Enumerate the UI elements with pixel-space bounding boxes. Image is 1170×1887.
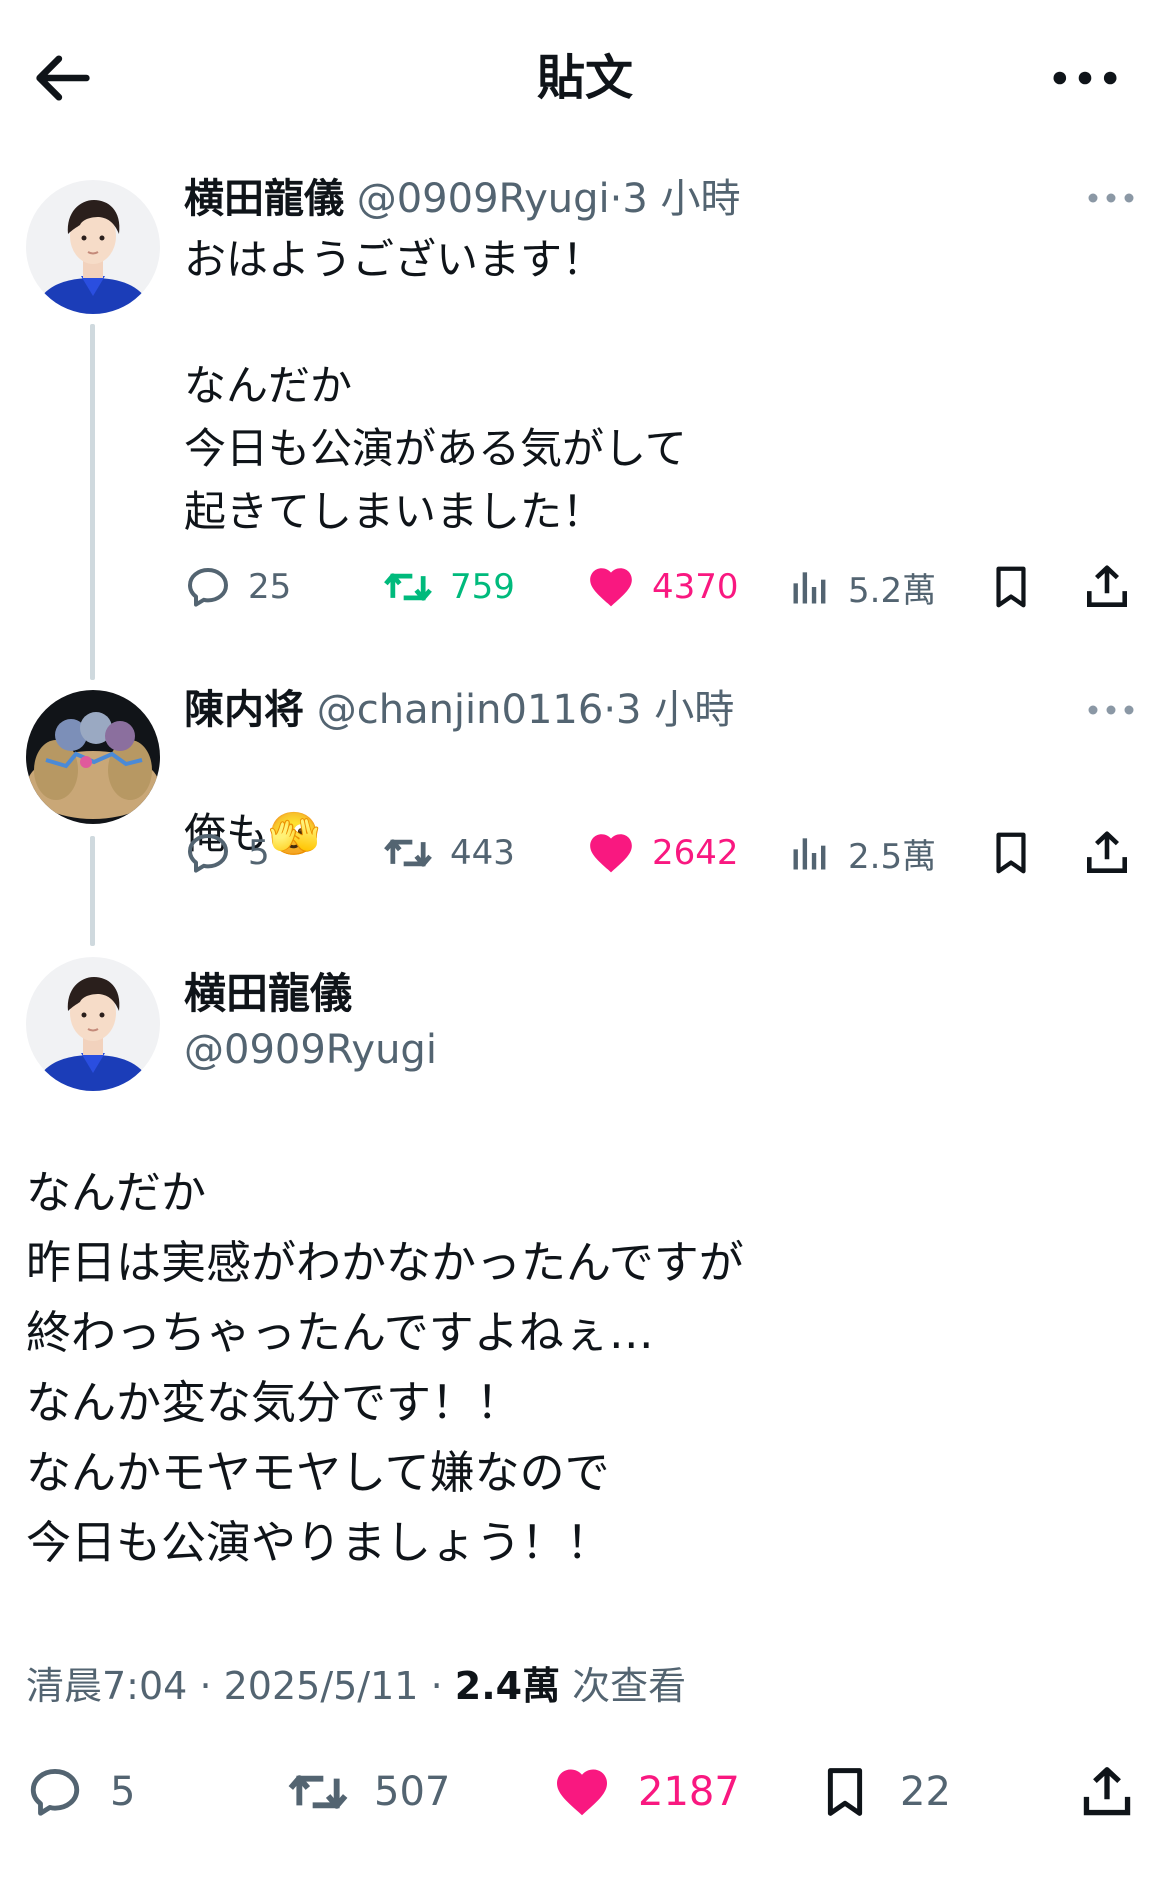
- display-name[interactable]: 横田龍儀: [184, 966, 352, 1022]
- views-button[interactable]: 5.2萬: [788, 557, 936, 617]
- peeking-face-emoji: 🫣: [268, 809, 321, 858]
- avatar[interactable]: [26, 690, 160, 824]
- like-icon: [552, 1762, 612, 1822]
- handle[interactable]: @chanjin0116: [317, 687, 604, 733]
- tweet-text: おはようございます！ なんだか 今日も公演がある気がして 起きてしまいました！: [184, 235, 687, 536]
- retweet-icon: [382, 561, 434, 613]
- handle[interactable]: @0909Ryugi: [357, 176, 610, 222]
- views-count: 2.5萬: [848, 836, 937, 877]
- views-icon: [788, 831, 832, 875]
- reply-icon: [184, 563, 232, 611]
- like-count: 4370: [652, 567, 739, 607]
- views-label: 次查看: [572, 1664, 687, 1708]
- reply-count: 5: [110, 1769, 136, 1815]
- bookmark-icon: [988, 828, 1034, 878]
- like-icon: [586, 828, 636, 878]
- thread-connector-line: [90, 324, 95, 680]
- separator: ·: [430, 1664, 443, 1708]
- avatar[interactable]: [26, 180, 160, 314]
- tweet-date[interactable]: 2025/5/11: [224, 1664, 419, 1708]
- page-title: 貼文: [536, 50, 633, 106]
- handle[interactable]: @0909Ryugi: [184, 1022, 437, 1078]
- timestamp[interactable]: 3 小時: [616, 687, 734, 733]
- bookmark-count: 22: [900, 1769, 951, 1815]
- retweet-count: 443: [450, 833, 515, 873]
- like-button[interactable]: 4370: [586, 557, 739, 617]
- separator: ·: [199, 1664, 212, 1708]
- thread-connector-line: [90, 836, 95, 946]
- avatar[interactable]: [26, 957, 160, 1091]
- reply-count: 25: [248, 567, 292, 607]
- share-icon: [1082, 562, 1132, 612]
- like-count: 2642: [652, 833, 739, 873]
- tweet-more-icon[interactable]: [1086, 700, 1136, 720]
- views-icon: [788, 565, 832, 609]
- bookmark-button[interactable]: [988, 823, 1034, 883]
- retweet-button[interactable]: 507: [286, 1762, 450, 1822]
- retweet-count: 759: [450, 567, 515, 607]
- like-button[interactable]: 2642: [586, 823, 739, 883]
- like-icon: [586, 562, 636, 612]
- share-button[interactable]: [1078, 1762, 1136, 1822]
- retweet-button[interactable]: 443: [382, 823, 515, 883]
- retweet-icon: [382, 827, 434, 879]
- timestamp[interactable]: 3 小時: [622, 176, 740, 222]
- retweet-icon: [286, 1760, 350, 1824]
- views-button[interactable]: 2.5萬: [788, 823, 936, 883]
- tweet-meta: 清晨7:04 · 2025/5/11 · 2.4萬 次查看: [26, 1658, 686, 1714]
- bookmark-button[interactable]: 22: [818, 1762, 951, 1822]
- reply-button[interactable]: 25: [184, 557, 291, 617]
- separator: ·: [609, 176, 623, 222]
- share-button[interactable]: [1082, 823, 1132, 883]
- bookmark-button[interactable]: [988, 557, 1034, 617]
- tweet-time[interactable]: 清晨7:04: [26, 1664, 187, 1708]
- share-icon: [1082, 828, 1132, 878]
- reply-icon: [26, 1763, 84, 1821]
- reply-icon: [184, 829, 232, 877]
- tweet-text: なんだか 昨日は実感がわかなかったんですが 終わっちゃったんですよねぇ… なんか…: [26, 1166, 744, 1569]
- separator: ·: [603, 687, 617, 733]
- display-name[interactable]: 陳内将: [184, 687, 304, 733]
- reply-count: 5: [248, 833, 270, 873]
- display-name[interactable]: 横田龍儀: [184, 176, 344, 222]
- retweet-button[interactable]: 759: [382, 557, 515, 617]
- top-bar: 貼文: [0, 0, 1170, 150]
- more-icon[interactable]: [1050, 50, 1120, 106]
- like-count: 2187: [638, 1769, 740, 1815]
- reply-button[interactable]: 5: [184, 823, 270, 883]
- tweet-header: 横田龍儀 @0909Ryugi·3 小時: [184, 172, 741, 226]
- like-button[interactable]: 2187: [552, 1762, 740, 1822]
- views-count: 5.2萬: [848, 570, 937, 611]
- retweet-count: 507: [374, 1769, 451, 1815]
- bookmark-icon: [988, 562, 1034, 612]
- share-button[interactable]: [1082, 557, 1132, 617]
- tweet-header: 陳内将 @chanjin0116·3 小時: [184, 683, 734, 737]
- bookmark-icon: [818, 1761, 872, 1823]
- views-total[interactable]: 2.4萬: [455, 1664, 560, 1708]
- share-icon: [1078, 1763, 1136, 1821]
- reply-button[interactable]: 5: [26, 1762, 135, 1822]
- tweet-more-icon[interactable]: [1086, 188, 1136, 208]
